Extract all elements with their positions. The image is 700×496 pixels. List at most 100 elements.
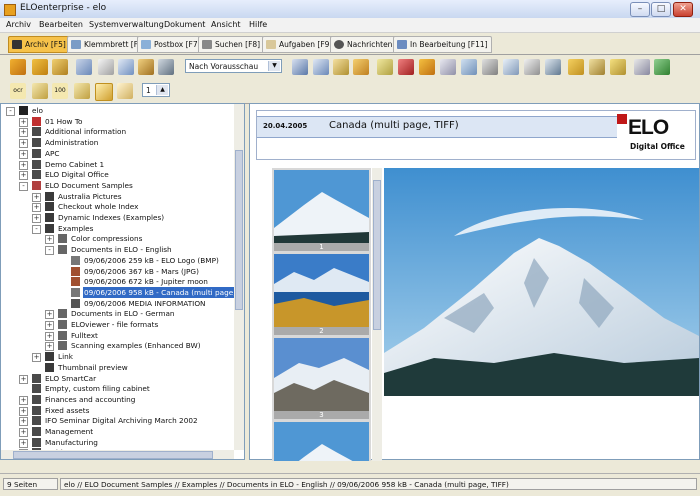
sign-icon[interactable]	[353, 59, 369, 75]
tree-item[interactable]: Empty, custom filing cabinet	[1, 383, 233, 394]
page-zoom-stepper[interactable]: 1 ▲	[142, 83, 170, 97]
expand-toggle-icon[interactable]: +	[19, 428, 28, 437]
menu-archiv[interactable]: Archiv	[6, 20, 31, 29]
tab-archiv[interactable]: Archiv [F5]	[8, 36, 70, 53]
tree-item[interactable]: + Manufacturing	[1, 437, 233, 448]
page-icon[interactable]	[117, 83, 133, 99]
tree-item[interactable]: + Fulltext	[1, 330, 233, 341]
expand-toggle-icon[interactable]: +	[45, 321, 54, 330]
tree-hscroll-thumb[interactable]	[13, 451, 213, 459]
tree-item[interactable]: + ELO SmartCar	[1, 373, 233, 384]
refresh-icon[interactable]	[158, 59, 174, 75]
page-thumbnail[interactable]: 1	[274, 170, 369, 251]
tree-item[interactable]: 09/06/2006 367 kB - Mars (JPG)	[1, 266, 233, 277]
collapse-toggle-icon[interactable]: -	[45, 246, 54, 256]
tree-item[interactable]: + Fixed assets	[1, 405, 233, 416]
expand-toggle-icon[interactable]: +	[19, 395, 28, 405]
tree-item[interactable]: Thumbnail preview	[1, 362, 233, 373]
print-icon[interactable]	[482, 59, 498, 75]
menu-dokument[interactable]: Dokument	[164, 20, 205, 29]
tab-postbox[interactable]: Postbox [F7]	[137, 36, 205, 53]
reminder-icon[interactable]	[610, 59, 626, 75]
tree-item[interactable]: + Finances and accounting	[1, 394, 233, 405]
expand-toggle-icon[interactable]: +	[19, 438, 28, 448]
collapse-toggle-icon[interactable]: -	[19, 181, 28, 191]
page-thumbnail[interactable]: 3	[274, 338, 369, 419]
stepper-arrows-icon[interactable]: ▲	[156, 85, 168, 95]
up-folder-icon[interactable]	[52, 59, 68, 75]
tree-item[interactable]: + Management	[1, 426, 233, 437]
tree-item[interactable]: 09/06/2006 259 kB - ELO Logo (BMP)	[1, 255, 233, 266]
pan-hand-icon[interactable]	[95, 83, 113, 101]
archive-link-icon[interactable]	[634, 59, 650, 75]
tree-item[interactable]: + Dynamic Indexes (Examples)	[1, 212, 233, 223]
collapse-toggle-icon[interactable]: -	[32, 224, 41, 234]
minimize-button[interactable]: –	[630, 2, 650, 17]
tree-item[interactable]: - Documents in ELO - English	[1, 244, 233, 256]
tab-in-bearbeitung[interactable]: In Bearbeitung [F11]	[393, 36, 492, 53]
expand-toggle-icon[interactable]: +	[45, 331, 54, 341]
new-cabinet-icon[interactable]	[76, 59, 92, 75]
connect-icon[interactable]	[654, 59, 670, 75]
expand-toggle-icon[interactable]: +	[32, 203, 41, 213]
title-bar[interactable]: ELOenterprise - elo – □ ✕	[0, 0, 700, 19]
expand-toggle-icon[interactable]: +	[19, 149, 28, 159]
maximize-button[interactable]: □	[651, 2, 671, 17]
forward-arrow-icon[interactable]	[32, 59, 48, 75]
tree-item[interactable]: 09/06/2006 MEDIA INFORMATION	[1, 298, 233, 309]
menu-hilfe[interactable]: Hilfe	[249, 20, 267, 29]
tree-item[interactable]: + Demo Cabinet 1	[1, 159, 233, 170]
menu-systemverwaltung[interactable]: Systemverwaltung	[89, 20, 164, 29]
delete-icon[interactable]	[398, 59, 414, 75]
page-thumbnail[interactable]	[274, 422, 369, 461]
thumbnail-scrollbar[interactable]	[372, 168, 382, 461]
tab-aufgaben[interactable]: Aufgaben [F9]	[262, 36, 337, 53]
tab-suchen[interactable]: Suchen [F8]	[198, 36, 265, 53]
expand-toggle-icon[interactable]: +	[32, 353, 41, 363]
tree-item[interactable]: + IFO Seminar Digital Archiving March 200…	[1, 415, 233, 427]
tree-item[interactable]: + Documents in ELO - German	[1, 308, 233, 320]
keywording-icon[interactable]	[545, 59, 561, 75]
menu-bearbeiten[interactable]: Bearbeiten	[39, 20, 83, 29]
view-mode-select[interactable]: Nach Vorausschau ▼	[185, 59, 282, 73]
expand-toggle-icon[interactable]: +	[19, 160, 28, 170]
workflow-icon[interactable]	[419, 59, 435, 75]
pen-icon[interactable]	[32, 83, 48, 99]
document-preview-image[interactable]	[384, 168, 699, 396]
zoom-100-button[interactable]: 100	[52, 83, 68, 99]
expand-toggle-icon[interactable]: +	[19, 406, 28, 416]
tree-item[interactable]: + ELO Digital Office	[1, 169, 233, 181]
tree-scroll-thumb[interactable]	[235, 150, 243, 310]
back-arrow-icon[interactable]	[10, 59, 26, 75]
expand-toggle-icon[interactable]: +	[32, 192, 41, 202]
tree-item[interactable]: +01 How To	[1, 116, 233, 127]
tree-item[interactable]: + Link	[1, 351, 233, 363]
properties-icon[interactable]	[524, 59, 540, 75]
tree-item[interactable]: + Checkout whole Index	[1, 201, 233, 213]
tree-item[interactable]: - Examples	[1, 223, 233, 234]
export-icon[interactable]	[568, 59, 584, 75]
move-document-icon[interactable]	[118, 59, 134, 75]
tab-nachrichten[interactable]: Nachrichten	[330, 36, 397, 53]
expand-toggle-icon[interactable]: +	[19, 117, 28, 127]
import-icon[interactable]	[589, 59, 605, 75]
tree-item[interactable]: + ELOviewer - file formats	[1, 319, 233, 330]
expand-toggle-icon[interactable]: +	[19, 128, 28, 138]
tree-item[interactable]: + Color compressions	[1, 233, 233, 245]
tree-item[interactable]: - elo	[1, 105, 233, 116]
note-icon[interactable]	[440, 59, 456, 75]
expand-toggle-icon[interactable]: +	[19, 139, 28, 149]
collapse-toggle-icon[interactable]: -	[6, 107, 15, 116]
tree-item[interactable]: + APC	[1, 148, 233, 159]
expand-toggle-icon[interactable]: +	[32, 214, 41, 223]
tree-item[interactable]: + Australia Pictures	[1, 191, 233, 202]
checkout-icon[interactable]	[292, 59, 308, 75]
close-button[interactable]: ✕	[673, 2, 693, 17]
menu-ansicht[interactable]: Ansicht	[211, 20, 241, 29]
edit-document-icon[interactable]	[138, 59, 154, 75]
tree-vertical-scrollbar[interactable]	[234, 104, 244, 450]
expand-toggle-icon[interactable]: +	[45, 342, 54, 352]
thumbnail-scroll-thumb[interactable]	[373, 180, 381, 330]
expand-toggle-icon[interactable]: +	[19, 417, 28, 427]
expand-toggle-icon[interactable]: +	[19, 374, 28, 384]
